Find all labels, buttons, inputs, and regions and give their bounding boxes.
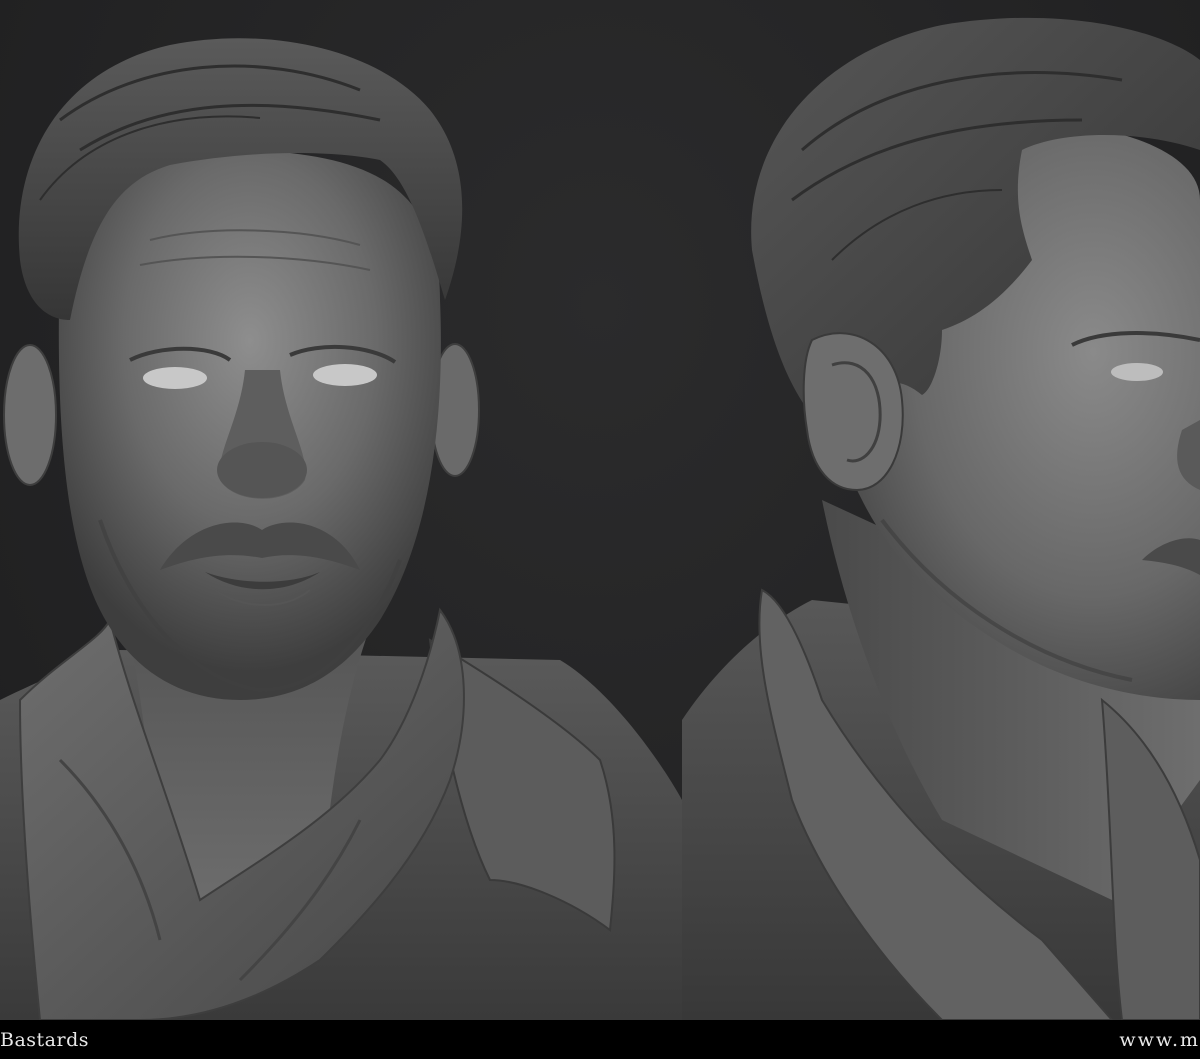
side-view-panel [682,0,1200,1020]
side-bust-render [682,17,1200,1020]
render-stage [0,0,1200,1020]
left-ear [3,344,57,486]
front-bust-render [0,38,682,1020]
caption-bar: Bastards www.m [0,1020,1200,1059]
caption-title: Bastards [0,1028,89,1051]
eye [1111,363,1163,381]
right-eye [313,364,377,386]
front-view-panel [0,0,682,1020]
left-eye [143,367,207,389]
caption-website: www.m [1119,1028,1200,1051]
